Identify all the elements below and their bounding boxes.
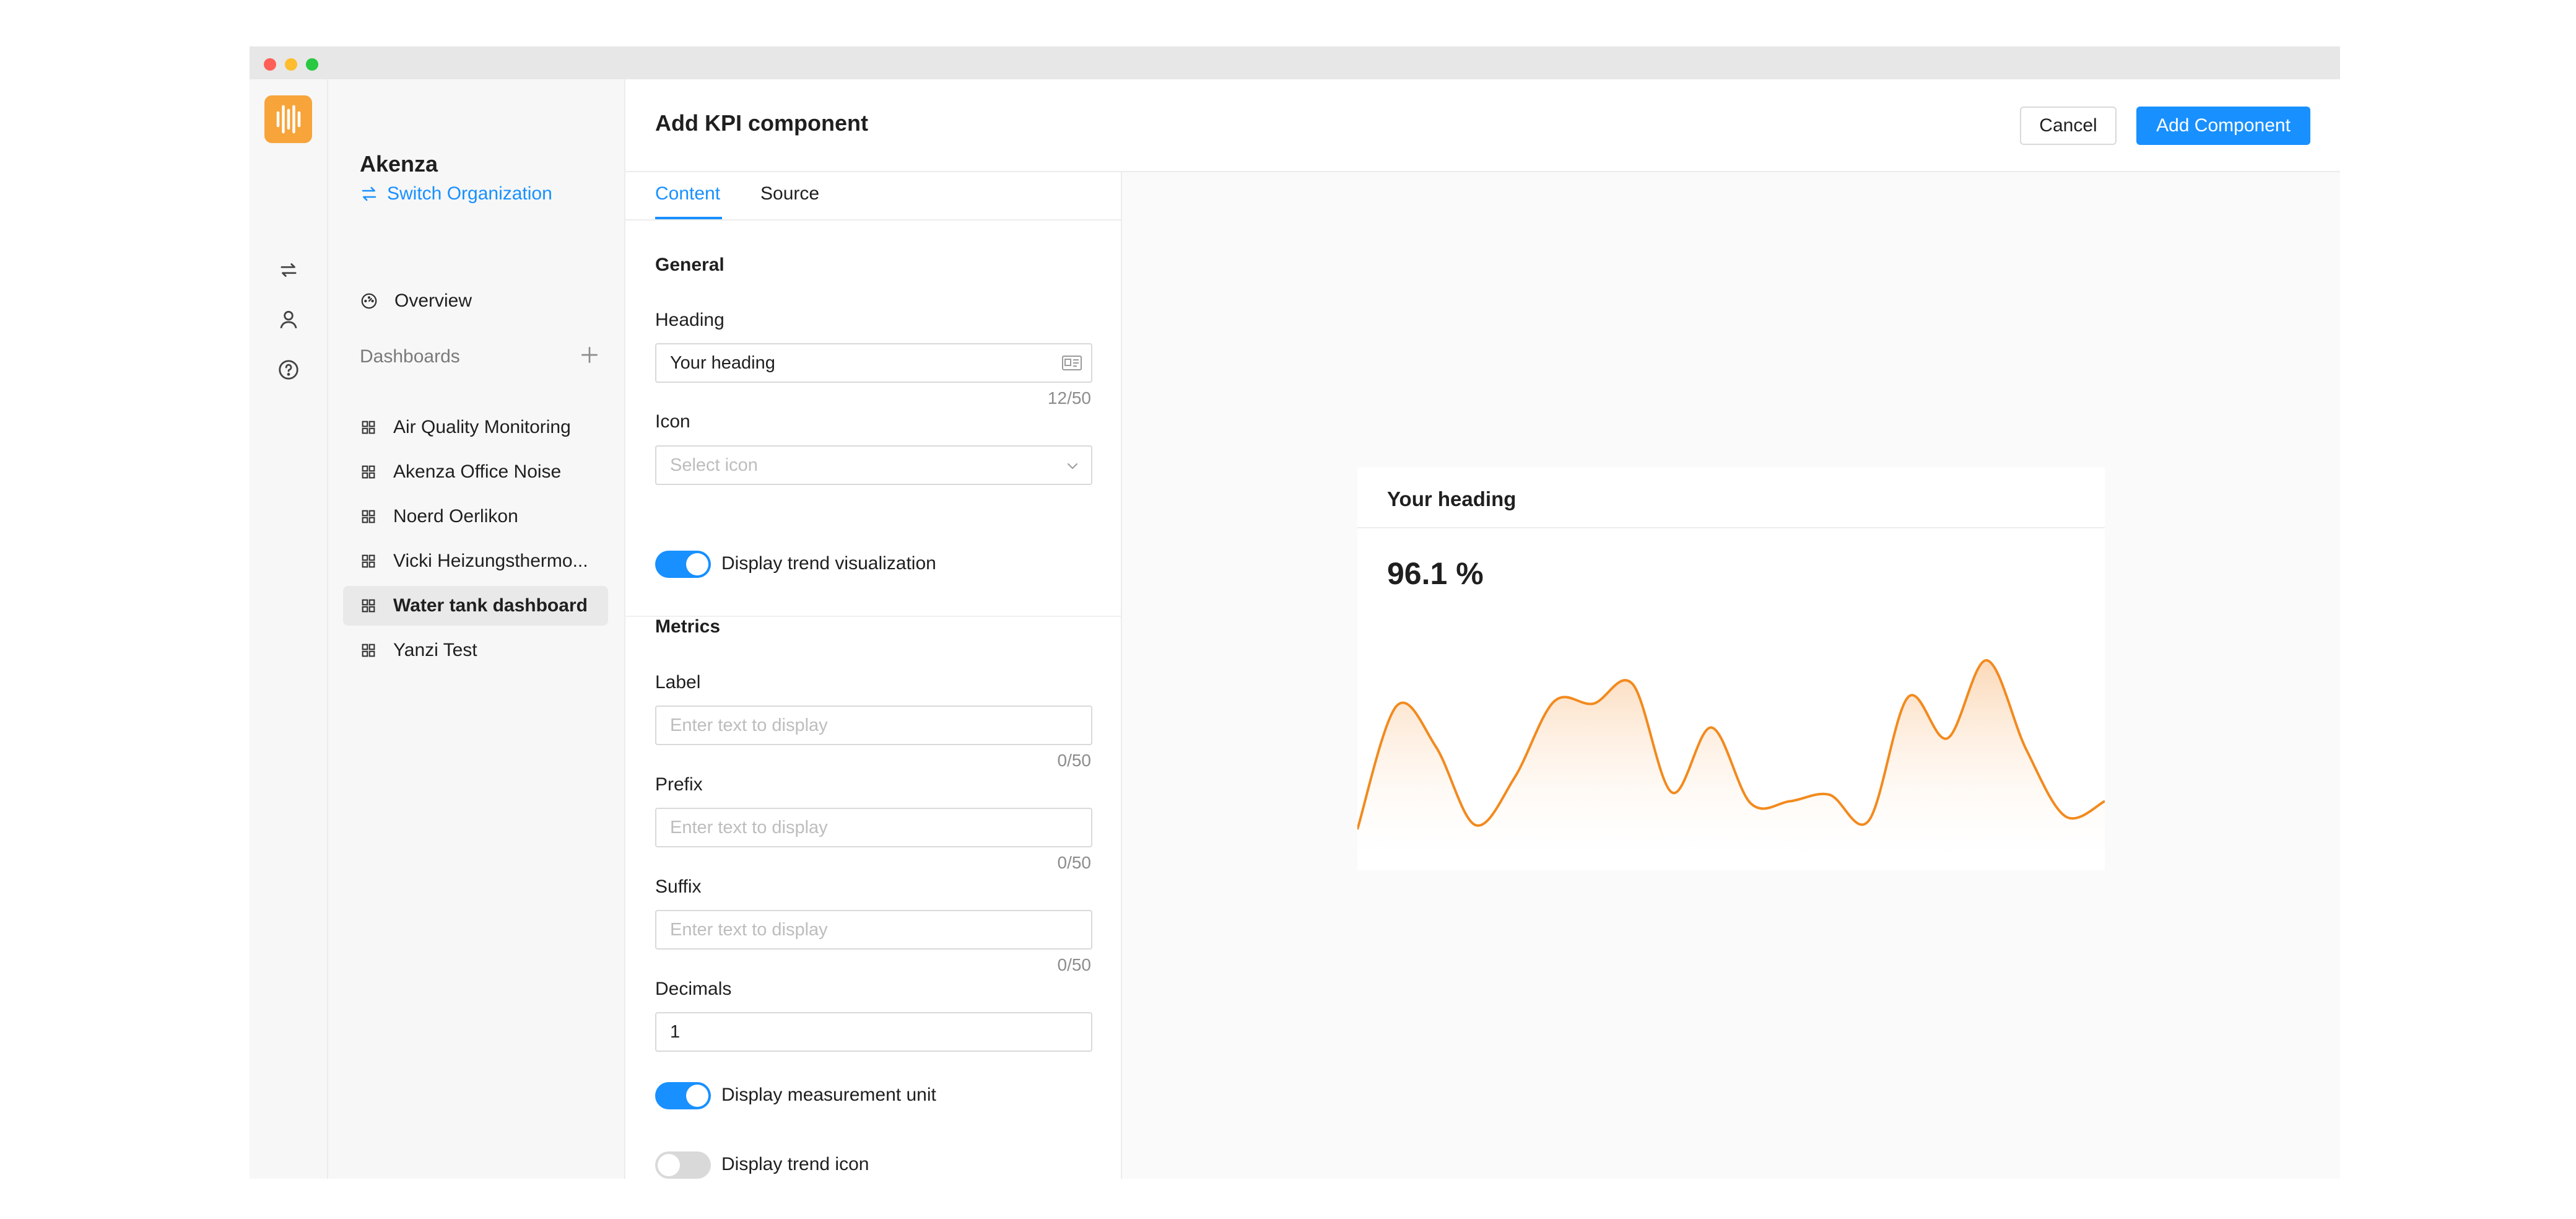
app-logo[interactable] — [264, 95, 312, 143]
measurement-unit-label: Display measurement unit — [721, 1085, 936, 1105]
close-window-icon[interactable] — [264, 58, 276, 71]
app-window: Akenza Switch Organization Overview Dash… — [250, 46, 2340, 1179]
cancel-button[interactable]: Cancel — [2020, 107, 2117, 145]
grid-icon — [362, 421, 375, 434]
toggle-knob — [686, 553, 708, 575]
heading-input[interactable]: Your heading — [655, 343, 1092, 383]
grid-icon — [362, 510, 375, 523]
dashboards-section-label: Dashboards — [360, 346, 460, 367]
grid-icon — [362, 599, 375, 613]
icon-rail — [250, 79, 328, 1179]
decimals-field-label: Decimals — [655, 979, 732, 999]
heading-char-counter: 12/50 — [1047, 388, 1091, 408]
sidebar-item-label: Water tank dashboard — [393, 595, 588, 616]
page-title: Add KPI component — [655, 110, 868, 136]
toggle-knob — [686, 1085, 708, 1107]
sidebar-item-dashboard[interactable]: Vicki Heizungsthermo... — [343, 541, 608, 581]
gauge-icon — [361, 293, 377, 309]
label-input[interactable]: Enter text to display — [655, 706, 1092, 745]
kpi-value: 96.1 % — [1387, 556, 1484, 591]
decimals-input[interactable]: 1 — [655, 1012, 1092, 1052]
sidebar-item-label: Yanzi Test — [393, 640, 477, 660]
icon-select-placeholder: Select icon — [670, 455, 758, 475]
tab-bar: Content Source — [625, 172, 1121, 221]
trend-chart — [1357, 659, 2105, 870]
trend-visualization-label: Display trend visualization — [721, 553, 936, 574]
sidebar-item-dashboard[interactable]: Air Quality Monitoring — [343, 408, 608, 447]
kpi-card-heading: Your heading — [1387, 487, 1516, 510]
prefix-field-label: Prefix — [655, 774, 703, 795]
maximize-window-icon[interactable] — [306, 58, 318, 71]
metrics-heading: Metrics — [655, 616, 721, 637]
sidebar-item-label: Vicki Heizungsthermo... — [393, 551, 588, 571]
heading-input-value: Your heading — [670, 352, 775, 373]
active-tab-indicator — [655, 217, 722, 219]
grid-icon — [362, 554, 375, 568]
kpi-card-header: Your heading — [1357, 468, 2105, 528]
trend-icon-label: Display trend icon — [721, 1154, 869, 1174]
page-header: Add KPI component Cancel Add Component — [625, 79, 2340, 172]
switch-organization-link[interactable]: Switch Organization — [360, 183, 552, 204]
organization-name: Akenza — [360, 151, 438, 177]
preview-panel: Your heading 96.1 % — [1122, 172, 2340, 1179]
sidebar-item-dashboard[interactable]: Noerd Oerlikon — [343, 497, 608, 536]
switch-organization-label: Switch Organization — [387, 183, 552, 204]
repeat-icon[interactable] — [277, 258, 300, 282]
sidebar-item-label: Air Quality Monitoring — [393, 417, 571, 437]
heading-field-label: Heading — [655, 310, 724, 330]
logo-icon — [276, 105, 301, 134]
tab-content[interactable]: Content — [655, 183, 720, 204]
sidebar-item-label: Akenza Office Noise — [393, 461, 562, 482]
sidebar: Akenza Switch Organization Overview Dash… — [328, 79, 625, 1179]
sidebar-item-label: Noerd Oerlikon — [393, 506, 518, 526]
kpi-preview-card: Your heading 96.1 % — [1357, 468, 2105, 870]
suffix-input[interactable]: Enter text to display — [655, 910, 1092, 950]
prefix-input[interactable]: Enter text to display — [655, 808, 1092, 847]
plus-icon — [581, 347, 598, 363]
chevron-down-icon — [1068, 463, 1077, 470]
decimals-input-value: 1 — [670, 1021, 681, 1042]
trend-visualization-toggle[interactable] — [655, 551, 711, 578]
icon-select[interactable]: Select icon — [655, 445, 1092, 485]
sidebar-item-dashboard[interactable]: Akenza Office Noise — [343, 452, 608, 492]
id-card-icon[interactable] — [1061, 354, 1082, 372]
help-icon[interactable] — [277, 358, 300, 382]
suffix-input-placeholder: Enter text to display — [670, 919, 828, 940]
add-component-button[interactable]: Add Component — [2136, 107, 2310, 145]
add-dashboard-button[interactable] — [577, 343, 602, 367]
swap-icon — [362, 186, 376, 201]
suffix-char-counter: 0/50 — [1057, 955, 1092, 974]
toggle-knob — [658, 1154, 680, 1176]
label-char-counter: 0/50 — [1057, 751, 1092, 770]
sidebar-item-dashboard-active[interactable]: Water tank dashboard — [343, 586, 608, 626]
suffix-field-label: Suffix — [655, 876, 702, 897]
trend-area — [1357, 660, 2105, 870]
form-panel: Content Source General Heading Your head… — [625, 172, 1122, 1179]
sidebar-item-overview[interactable]: Overview — [343, 281, 608, 321]
grid-icon — [362, 644, 375, 657]
tab-source[interactable]: Source — [760, 183, 819, 204]
sidebar-item-label: Overview — [394, 291, 472, 311]
prefix-input-placeholder: Enter text to display — [670, 817, 828, 837]
minimize-window-icon[interactable] — [285, 58, 297, 71]
icon-field-label: Icon — [655, 411, 690, 432]
trend-icon-toggle[interactable] — [655, 1151, 711, 1179]
label-input-placeholder: Enter text to display — [670, 715, 828, 735]
window-titlebar — [250, 46, 2340, 79]
label-field-label: Label — [655, 672, 701, 693]
user-icon[interactable] — [277, 308, 300, 331]
measurement-unit-toggle[interactable] — [655, 1082, 711, 1109]
sidebar-item-dashboard[interactable]: Yanzi Test — [343, 631, 608, 670]
prefix-char-counter: 0/50 — [1057, 853, 1092, 872]
main-content: Add KPI component Cancel Add Component C… — [625, 79, 2340, 1179]
general-section-title: General — [655, 255, 724, 275]
grid-icon — [362, 465, 375, 479]
